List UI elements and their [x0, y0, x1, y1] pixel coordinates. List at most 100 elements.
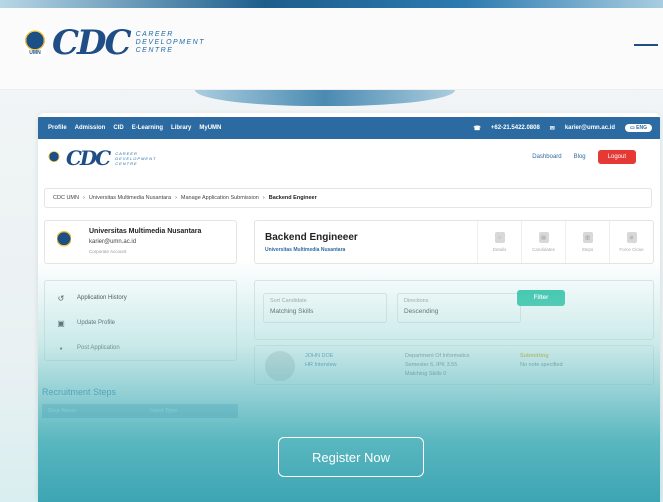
menu-item-post-application[interactable]: ▪ Post Application	[55, 339, 120, 357]
direction-value: Descending	[404, 308, 439, 315]
inner-nav: Dashboard Blog Logout	[532, 150, 636, 164]
column-header: Step Name	[48, 408, 77, 414]
profile-card-icon: ▣	[57, 318, 65, 328]
job-organization: Universitas Multimedia Nusantara	[265, 247, 346, 253]
step-input-type: File Upload	[150, 454, 176, 461]
cdc-logo[interactable]: UMN CDC CAREER DEVELOPMENT CENTRE	[24, 26, 205, 60]
table-row: Programming Test File Upload	[42, 450, 238, 466]
inner-header: CDC CAREER DEVELOPMENT CENTRE Dashboard …	[38, 139, 660, 179]
filter-button[interactable]: Filter	[517, 290, 565, 306]
nav-link-profile[interactable]: Profile	[48, 125, 67, 131]
seal-text: UMN	[29, 50, 41, 56]
table-header: Step Name Input Type	[42, 404, 238, 418]
step-input-type: File Upload	[150, 422, 176, 429]
top-nav-links: Profile Admission CID E-Learning Library…	[48, 125, 221, 131]
contact-info: ☎ +62-21.5422.0808 ✉ karier@umn.ac.id ▭ …	[473, 124, 652, 132]
breadcrumb: CDC UMN › Universitas Multimedia Nusanta…	[44, 188, 652, 208]
top-nav-bar: Profile Admission CID E-Learning Library…	[38, 117, 660, 139]
logo-sub-line: CAREER	[135, 31, 174, 38]
umn-seal-icon	[48, 151, 60, 165]
menu-item-application-history[interactable]: ↺ Application History	[55, 289, 127, 307]
post-icon: ▪	[59, 343, 63, 353]
status-badge: Submitting	[520, 353, 549, 359]
tab-label: Candidates	[532, 247, 555, 252]
logo-sub-line: CENTRE	[115, 160, 138, 166]
logo-sub-line: DEVELOPMENT	[115, 155, 157, 161]
language-label: ENG	[636, 125, 647, 131]
umn-seal-icon: UMN	[24, 30, 46, 56]
sort-value: Matching Skills	[270, 308, 314, 315]
profile-card: Universitas Multimedia Nusantara karier@…	[44, 220, 237, 264]
candidates-icon: ▤	[538, 232, 549, 243]
inner-cdc-logo[interactable]: CDC CAREER DEVELOPMENT CENTRE	[48, 148, 156, 168]
tab-steps[interactable]: ▥ Steps	[565, 221, 609, 263]
language-toggle[interactable]: ▭ ENG	[625, 124, 652, 132]
contact-email[interactable]: karier@umn.ac.id	[565, 125, 615, 131]
force-close-icon: ⊘	[626, 232, 637, 243]
breadcrumb-current: Backend Engineer	[268, 195, 317, 201]
applicant-note: No note specified	[520, 362, 563, 368]
applicant-stage: HR Interview	[305, 362, 337, 368]
menu-item-label: Post Application	[77, 345, 120, 351]
step-input-type: Date & Time	[150, 438, 178, 445]
avatar	[265, 351, 295, 381]
mail-icon: ✉	[549, 125, 555, 132]
breadcrumb-separator: ›	[262, 195, 265, 201]
blog-link[interactable]: Blog	[574, 154, 586, 160]
breadcrumb-item[interactable]: CDC UMN	[53, 195, 79, 201]
applicant-name[interactable]: JOHN DOE	[305, 352, 336, 361]
cdc-logo-subtitle: CAREER DEVELOPMENT CENTRE	[115, 151, 156, 166]
tab-force-close[interactable]: ⊘ Force Close	[609, 221, 653, 263]
nav-link-myumn[interactable]: MyUMN	[199, 125, 221, 131]
logout-button[interactable]: Logout	[597, 150, 636, 164]
profile-email: karier@umn.ac.id	[89, 239, 137, 245]
direction-label: Directions	[404, 298, 429, 304]
breadcrumb-item[interactable]: Manage Application Submission	[181, 195, 259, 201]
sort-candidate-select[interactable]: Sort Candidate Matching Skills	[263, 293, 387, 323]
nav-link-elearning[interactable]: E-Learning	[132, 125, 163, 131]
decorative-band	[0, 0, 663, 8]
recruitment-steps-title: Recruitment Steps	[42, 387, 117, 397]
step-name: Programming Test	[48, 454, 89, 461]
nav-link-library[interactable]: Library	[171, 125, 191, 131]
menu-item-label: Update Profile	[77, 320, 116, 326]
register-now-button[interactable]: Register Now	[278, 437, 424, 477]
cdc-logo-letters: CDC	[66, 146, 111, 170]
tab-label: Steps	[581, 247, 594, 252]
nav-link-admission[interactable]: Admission	[75, 125, 106, 131]
table-row: HR Interview Date & Time	[42, 434, 238, 450]
steps-icon: ▥	[582, 232, 593, 243]
step-name: Upload CV	[48, 422, 73, 429]
nav-link-cid[interactable]: CID	[113, 125, 123, 131]
breadcrumb-separator: ›	[175, 195, 177, 201]
hamburger-menu-icon[interactable]	[634, 44, 658, 46]
tab-label: Force Close	[619, 247, 644, 252]
breadcrumb-item[interactable]: Universitas Multimedia Nusantara	[89, 195, 171, 201]
menu-item-update-profile[interactable]: ▣ Update Profile	[55, 314, 115, 332]
tab-candidates[interactable]: ▤ Candidates	[521, 221, 565, 263]
cdc-logo-subtitle: CAREER DEVELOPMENT CENTRE	[136, 31, 205, 55]
dashboard-link[interactable]: Dashboard	[532, 154, 561, 160]
decorative-curve	[195, 90, 455, 106]
details-icon: ○	[494, 232, 505, 243]
phone-number: +62-21.5422.0808	[490, 125, 540, 131]
recruitment-steps-table: Step Name Input Type Upload CV File Uplo…	[42, 404, 238, 494]
tab-details[interactable]: ○ Details	[477, 221, 521, 263]
site-header: UMN CDC CAREER DEVELOPMENT CENTRE	[0, 0, 663, 90]
candidate-filter: Sort Candidate Matching Skills Direction…	[254, 280, 654, 340]
job-tabs: ○ Details ▤ Candidates ▥ Steps ⊘ Force C…	[477, 221, 653, 263]
applicant-skills: Matching Skills 0	[405, 371, 447, 377]
history-icon: ↺	[57, 293, 65, 303]
applicant-row[interactable]: JOHN DOE HR Interview Department Of Info…	[254, 345, 654, 385]
menu-item-label: Application History	[77, 295, 127, 301]
column-header: Input Type	[150, 408, 178, 414]
applicant-identity: JOHN DOE HR Interview	[305, 352, 336, 370]
sort-label: Sort Candidate	[270, 298, 307, 304]
account-type: Corporate Account	[89, 249, 127, 254]
direction-select[interactable]: Directions Descending	[397, 293, 521, 323]
applicant-department: Department Of Informatics	[405, 353, 470, 359]
cdc-logo-letters: CDC	[52, 23, 132, 63]
applicant-status: Submitting No note specified	[520, 352, 563, 370]
logo-sub-line: DEVELOPMENT	[135, 39, 206, 46]
phone-icon: ☎	[473, 125, 481, 132]
